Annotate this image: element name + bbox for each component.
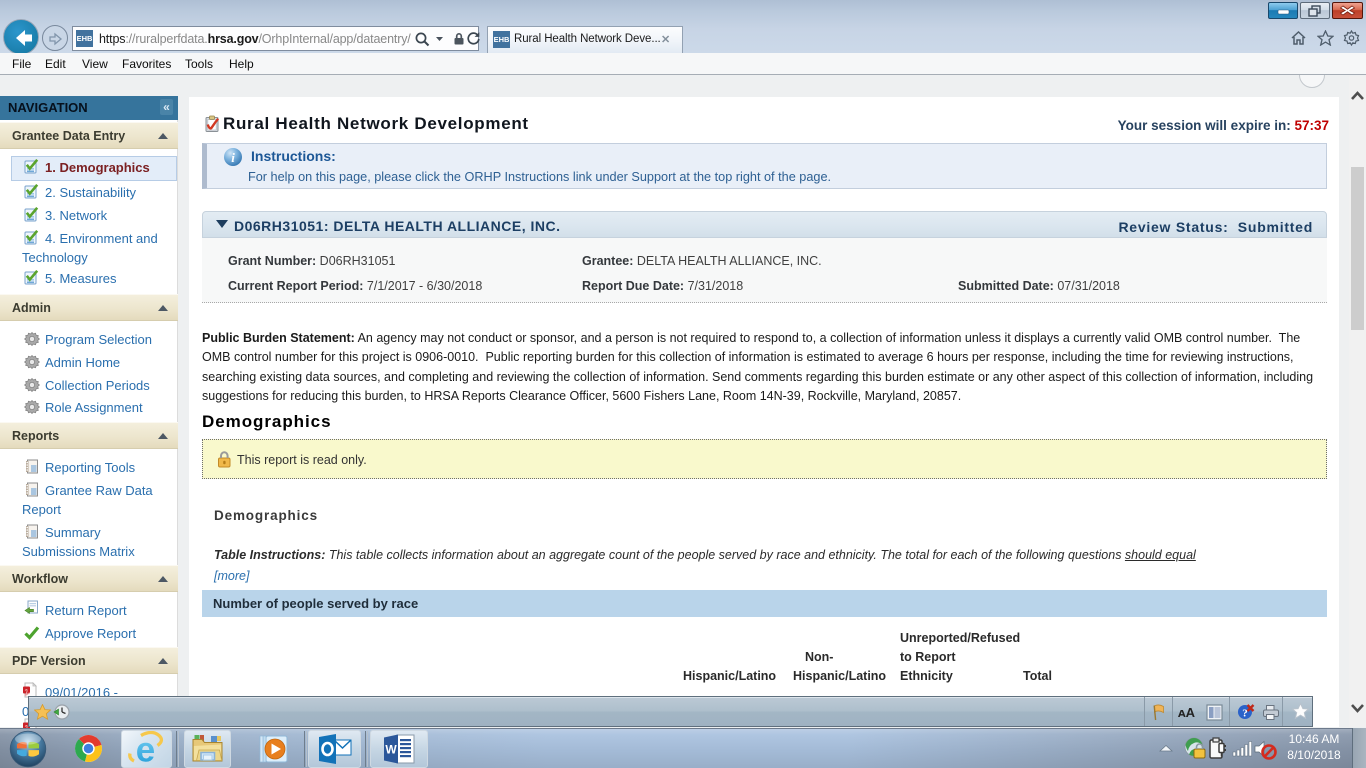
svg-text:e: e — [136, 731, 155, 768]
svg-text:W: W — [385, 743, 397, 757]
svg-text:i: i — [231, 150, 235, 165]
svg-text:?: ? — [1242, 708, 1248, 720]
